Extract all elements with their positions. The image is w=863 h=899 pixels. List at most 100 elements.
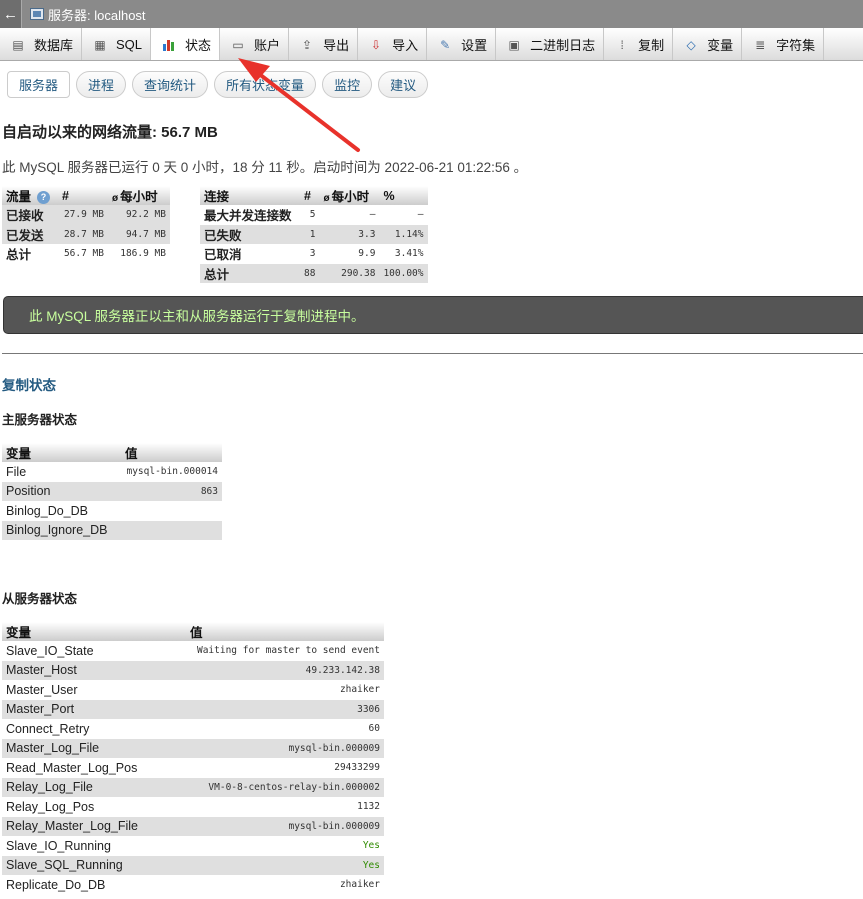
variable-value: VM-0-8-centos-relay-bin.000002 [186, 777, 384, 797]
tab-binlog[interactable]: ▣ 二进制日志 [496, 28, 605, 60]
variable-value: 3306 [186, 699, 384, 719]
variable-value: mysql-bin.000009 [186, 816, 384, 836]
import-icon: ⇩ [371, 37, 382, 52]
variable-value: mysql-bin.000014 [121, 462, 222, 482]
page-title: 自启动以来的网络流量: 56.7 MB [2, 124, 218, 141]
back-icon[interactable]: ← [0, 0, 22, 28]
tab-settings[interactable]: ✎ 设置 [427, 28, 497, 60]
variable-name: Relay_Master_Log_File [2, 816, 186, 836]
variable-name: Replicate_Do_DB [2, 875, 186, 895]
table-row: Slave_SQL_Running Yes [2, 855, 384, 875]
variable-name: Master_User [2, 680, 186, 700]
window-titlebar: ← 服务器: localhost [0, 0, 863, 28]
table-row: Position 863 [2, 481, 222, 501]
variable-name: Position [2, 481, 121, 501]
per-hour-icon: ø [323, 193, 330, 204]
traffic-table: 流量? # ø 每小时 已接收 27.9 MB 92.2 MB 已发送 28.7 MB 9… [2, 186, 170, 264]
export-icon: ⇪ [302, 37, 313, 52]
connections-table: 连接 # ø 每小时 % 最大并发连接数 5— — 已失败 1 3.3 1.14% 已取消 3… [200, 186, 428, 283]
variable-value: 863 [121, 481, 222, 501]
variable-name: Master_Log_File [2, 738, 186, 758]
table-row: Slave_IO_Running Yes [2, 836, 384, 856]
subtab-advisor[interactable]: 建议 [378, 71, 429, 98]
table-header: 流量? [2, 186, 58, 205]
table-row: Relay_Log_Pos 1132 [2, 797, 384, 817]
table-row: 已发送 28.7 MB 94.7 MB [2, 224, 170, 244]
variable-value [121, 520, 222, 540]
subtab-processes[interactable]: 进程 [76, 71, 127, 98]
table-row: File mysql-bin.000014 [2, 462, 222, 482]
variable-name: Master_Host [2, 660, 186, 680]
table-row: 最大并发连接数 5— — [200, 205, 428, 225]
table-row: Slave_IO_State Waiting for master to send… [2, 641, 384, 661]
subtab-all-status-vars[interactable]: 所有状态变量 [214, 71, 317, 98]
table-header: 值 [186, 622, 384, 641]
variable-name: File [2, 462, 121, 482]
tab-export[interactable]: ⇪ 导出 [289, 28, 359, 60]
tab-accounts[interactable]: ▭ 账户 [220, 28, 290, 60]
variable-name: Slave_IO_Running [2, 836, 186, 856]
tab-replication[interactable]: ⁞ 复制 [604, 28, 674, 60]
variable-value: 1132 [186, 797, 384, 817]
table-row: Relay_Master_Log_File mysql-bin.000009 [2, 816, 384, 836]
replication-icon: ⁞ [620, 37, 624, 52]
variable-value: 60 [186, 719, 384, 739]
variable-value: zhaiker [186, 875, 384, 895]
binlog-icon: ▣ [508, 37, 520, 52]
window-title: 服务器: localhost [48, 7, 146, 23]
variable-value: Waiting for master to send event [186, 641, 384, 661]
table-row: 已失败 1 3.3 1.14% [200, 224, 428, 244]
table-header: 值 [121, 443, 222, 462]
master-status-table: 变量 值 File mysql-bin.000014 Position 863 Binl… [2, 443, 222, 540]
variable-value [121, 501, 222, 521]
table-header: 变量 [2, 622, 186, 641]
variable-value: Yes [186, 836, 384, 856]
table-row: Binlog_Do_DB [2, 501, 222, 521]
variables-icon: ◇ [686, 37, 696, 52]
table-row: Binlog_Ignore_DB [2, 520, 222, 540]
slave-status-title: 从服务器状态 [2, 592, 78, 606]
table-row: 总计 56.7 MB 186.9 MB [2, 244, 170, 264]
master-status-title: 主服务器状态 [2, 413, 78, 427]
tab-status[interactable]: 状态 [151, 28, 221, 60]
per-hour-icon: ø [112, 193, 119, 204]
table-row: 已接收 27.9 MB 92.2 MB [2, 205, 170, 225]
variable-value: Yes [186, 855, 384, 875]
table-row: Relay_Log_File VM-0-8-centos-relay-bin.00… [2, 777, 384, 797]
slave-status-table: 变量 值 Slave_IO_State Waiting for master to… [2, 622, 384, 895]
table-row: Replicate_Do_DB zhaiker [2, 875, 384, 895]
charset-icon: ≣ [755, 37, 766, 52]
variable-name: Slave_IO_State [2, 641, 186, 661]
slave-rows: Slave_IO_State Waiting for master to send… [2, 641, 384, 895]
tab-sql[interactable]: ▦ SQL [82, 28, 152, 60]
help-icon[interactable]: ? [37, 191, 51, 205]
subtab-query-stats[interactable]: 查询统计 [132, 71, 209, 98]
table-header: 连接 [200, 186, 300, 205]
table-row: Master_User zhaiker [2, 680, 384, 700]
tab-import[interactable]: ⇩ 导入 [358, 28, 428, 60]
table-header: # [58, 186, 108, 205]
database-icon: ▤ [12, 37, 24, 52]
variable-name: Relay_Log_Pos [2, 797, 186, 817]
master-rows: File mysql-bin.000014 Position 863 Binlog_Do… [2, 462, 222, 540]
variable-name: Relay_Log_File [2, 777, 186, 797]
table-header: ø 每小时 [319, 186, 380, 205]
replication-notice: 此 MySQL 服务器正以主和从服务器运行于复制进程中。 [3, 296, 863, 334]
table-header: # [300, 186, 320, 205]
tab-charsets[interactable]: ≣ 字符集 [742, 28, 825, 60]
accounts-icon: ▭ [232, 37, 244, 52]
variable-name: Slave_SQL_Running [2, 855, 186, 875]
variable-value: zhaiker [186, 680, 384, 700]
server-icon [30, 8, 44, 20]
status-subtabs: 服务器 进程 查询统计 所有状态变量 监控 建议 [7, 71, 429, 98]
table-header: ø 每小时 [108, 186, 170, 205]
variable-name: Read_Master_Log_Pos [2, 758, 186, 778]
wrench-icon: ✎ [440, 37, 451, 52]
table-row: Read_Master_Log_Pos 29433299 [2, 758, 384, 778]
top-menu: ▤ 数据库 ▦ SQL 状态 ▭ 账户 ⇪ 导出 ⇩ 导入 ✎ 设置 ▣ 二进制日志 ⁞ 复制 … [0, 28, 863, 61]
subtab-monitor[interactable]: 监控 [322, 71, 373, 98]
tab-databases[interactable]: ▤ 数据库 [0, 28, 83, 60]
uptime-text: 此 MySQL 服务器已运行 0 天 0 小时，18 分 11 秒。启动时间为 … [2, 160, 528, 175]
subtab-server[interactable]: 服务器 [7, 71, 71, 98]
tab-variables[interactable]: ◇ 变量 [673, 28, 743, 60]
